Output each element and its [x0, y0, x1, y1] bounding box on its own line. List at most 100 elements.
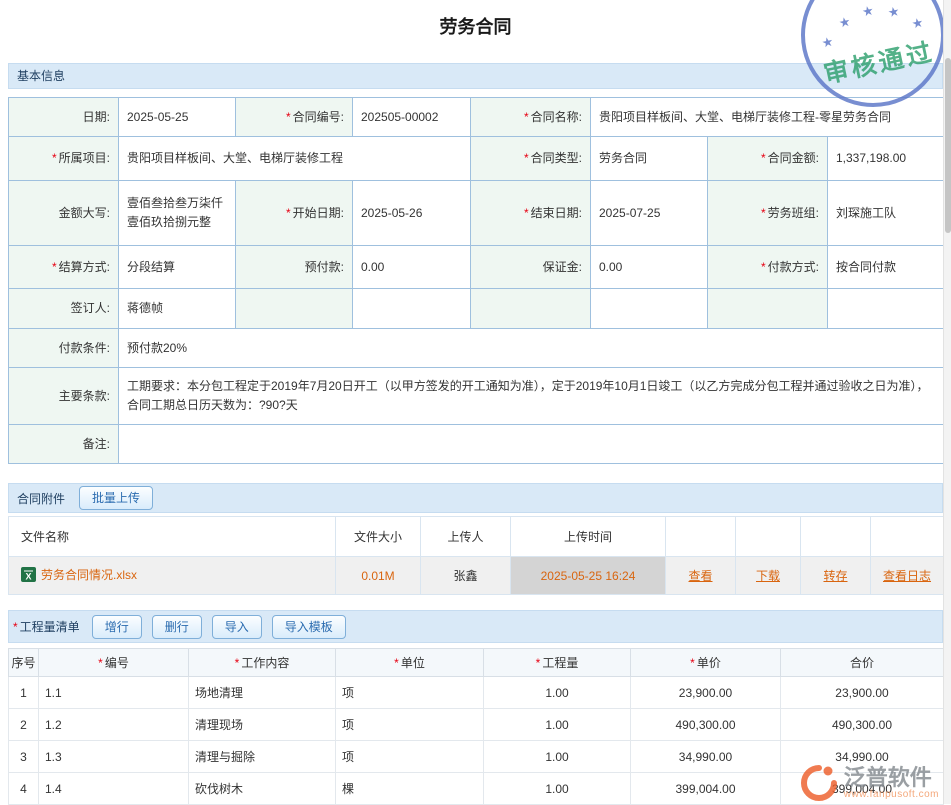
field-contract-type-value: 劳务合同 [591, 137, 708, 181]
boq-table-header: 序号 *编号 *工作内容 *单位 *工程量 *单价 合价 [9, 649, 944, 677]
watermark-text: 泛普软件 www.fanpusoft.com [844, 766, 939, 800]
boq-row: 1 1.1 场地清理 项 1.00 23,900.00 23,900.00 [9, 677, 944, 709]
col-uploader: 上传人 [421, 517, 511, 557]
field-payment-condition-value: 预付款20% [119, 329, 944, 368]
required-marker: * [394, 656, 399, 670]
import-button[interactable]: 导入 [212, 615, 262, 639]
field-prepayment-label: 预付款: [236, 246, 353, 289]
field-empty-label [236, 289, 353, 329]
boq-row: 2 1.2 清理现场 项 1.00 490,300.00 490,300.00 [9, 709, 944, 741]
field-contract-name-label: *合同名称: [471, 98, 591, 137]
boq-code: 1.4 [39, 773, 189, 805]
scrollbar-thumb[interactable] [945, 58, 951, 233]
col-upload-time: 上传时间 [511, 517, 666, 557]
field-start-date-label: *开始日期: [236, 181, 353, 246]
required-marker: * [98, 656, 103, 670]
required-marker: * [761, 151, 766, 165]
required-marker: * [761, 260, 766, 274]
attachment-table-header: 文件名称 文件大小 上传人 上传时间 [9, 517, 944, 557]
col-action-empty [666, 517, 736, 557]
field-empty-label [708, 289, 828, 329]
boq-price: 399,004.00 [631, 773, 781, 805]
boq-index: 2 [9, 709, 39, 741]
field-empty-value [591, 289, 708, 329]
field-payment-method-value: 按合同付款 [828, 246, 944, 289]
field-settlement-method-value: 分段结算 [119, 246, 236, 289]
add-row-button[interactable]: 增行 [92, 615, 142, 639]
boq-index: 1 [9, 677, 39, 709]
boq-price: 490,300.00 [631, 709, 781, 741]
required-marker: * [52, 151, 57, 165]
page-content: 劳务合同 基本信息 日期: 2025-05-25 *合同编号: 202505-0… [8, 0, 943, 805]
col-file-name: 文件名称 [9, 517, 336, 557]
required-marker: * [286, 206, 291, 220]
boq-code: 1.3 [39, 741, 189, 773]
vertical-scrollbar[interactable] [943, 0, 951, 804]
file-uploader: 张鑫 [421, 557, 511, 595]
field-labor-team-value: 刘琛施工队 [828, 181, 944, 246]
field-labor-team-label: *劳务班组: [708, 181, 828, 246]
field-contract-name-value: 贵阳项目样板间、大堂、电梯厅装修工程-零星劳务合同 [591, 98, 944, 137]
field-payment-method-label: *付款方式: [708, 246, 828, 289]
required-marker: * [761, 206, 766, 220]
batch-upload-button[interactable]: 批量上传 [79, 486, 153, 510]
required-marker: * [286, 110, 291, 124]
field-main-terms-label: 主要条款: [9, 368, 119, 425]
field-contract-no-label: *合同编号: [236, 98, 353, 137]
field-empty-value [353, 289, 471, 329]
action-view-link[interactable]: 查看 [688, 569, 712, 583]
boq-unit: 项 [336, 677, 484, 709]
col-action-empty [736, 517, 801, 557]
field-remark-label: 备注: [9, 425, 119, 464]
required-marker: * [524, 110, 529, 124]
vendor-watermark: 泛普软件 www.fanpusoft.com [800, 764, 939, 802]
field-start-date-value: 2025-05-26 [353, 181, 471, 246]
file-size: 0.01M [336, 557, 421, 595]
field-amount-caps-label: 金额大写: [9, 181, 119, 246]
required-marker: * [536, 656, 541, 670]
field-settlement-method-label: *结算方式: [9, 246, 119, 289]
file-name-cell: X 劳务合同情况.xlsx [21, 566, 137, 583]
boq-section-header: *工程量清单 增行 删行 导入 导入模板 [8, 610, 943, 643]
boq-content: 砍伐树木 [189, 773, 336, 805]
boq-unit: 项 [336, 741, 484, 773]
boq-code: 1.1 [39, 677, 189, 709]
watermark-brand: 泛普软件 [844, 766, 939, 789]
page-title: 劳务合同 [8, 0, 943, 51]
action-transfer-link[interactable]: 转存 [823, 569, 847, 583]
required-marker: * [52, 260, 57, 274]
attachment-table: 文件名称 文件大小 上传人 上传时间 X 劳务合同情况.xlsx 0.01M 张… [8, 516, 944, 595]
boq-quantity: 1.00 [484, 677, 631, 709]
boq-price: 34,990.00 [631, 741, 781, 773]
watermark-url: www.fanpusoft.com [844, 789, 939, 800]
svg-text:X: X [25, 572, 31, 582]
field-signer-label: 签订人: [9, 289, 119, 329]
field-end-date-value: 2025-07-25 [591, 181, 708, 246]
boq-code: 1.2 [39, 709, 189, 741]
col-code: *编号 [39, 649, 189, 677]
boq-quantity: 1.00 [484, 773, 631, 805]
boq-content: 清理现场 [189, 709, 336, 741]
fanpu-logo-icon [800, 764, 838, 802]
file-name-link[interactable]: 劳务合同情况.xlsx [41, 566, 137, 583]
field-contract-type-label: *合同类型: [471, 137, 591, 181]
boq-unit: 棵 [336, 773, 484, 805]
action-view-log-link[interactable]: 查看日志 [883, 569, 931, 583]
field-date-value: 2025-05-25 [119, 98, 236, 137]
delete-row-button[interactable]: 删行 [152, 615, 202, 639]
basic-info-section-header: 基本信息 [8, 63, 943, 89]
field-main-terms-value: 工期要求：本分包工程定于2019年7月20日开工（以甲方签发的开工通知为准），定… [119, 368, 944, 425]
boq-price: 23,900.00 [631, 677, 781, 709]
required-marker: * [690, 656, 695, 670]
boq-index: 4 [9, 773, 39, 805]
required-marker: * [524, 206, 529, 220]
boq-section-title: *工程量清单 [13, 618, 80, 635]
field-remark-value [119, 425, 944, 464]
excel-icon: X [21, 567, 36, 582]
import-template-button[interactable]: 导入模板 [272, 615, 346, 639]
action-download-link[interactable]: 下载 [756, 569, 780, 583]
field-deposit-value: 0.00 [591, 246, 708, 289]
boq-unit: 项 [336, 709, 484, 741]
basic-info-table: 日期: 2025-05-25 *合同编号: 202505-00002 *合同名称… [8, 97, 944, 464]
col-action-empty [871, 517, 944, 557]
